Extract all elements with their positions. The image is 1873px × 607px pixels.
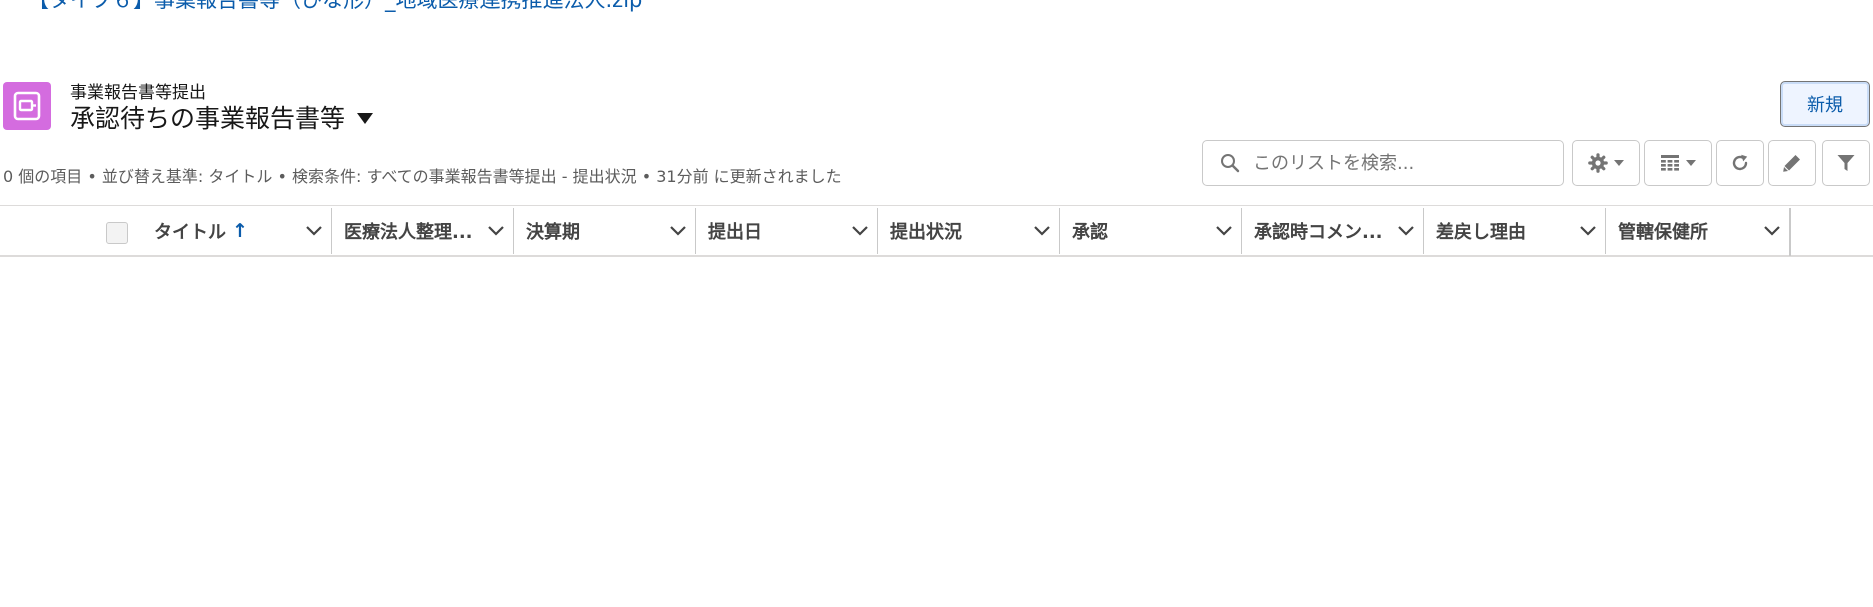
column-label: 差戻し理由 <box>1436 222 1526 243</box>
list-view-selector[interactable]: 承認待ちの事業報告書等 <box>70 99 374 135</box>
inline-edit-button[interactable] <box>1768 140 1816 186</box>
pencil-icon <box>1783 155 1800 172</box>
file-download-link[interactable]: 【タイプ６】事業報告書等（ひな形）_地域医療連携推進法人.zip <box>28 0 642 13</box>
column-label: タイトル <box>154 222 226 243</box>
column-label: 管轄保健所 <box>1618 222 1708 243</box>
list-view-controls-button[interactable] <box>1572 140 1640 186</box>
column-header-fiscal-period[interactable]: 決算期 <box>514 206 696 256</box>
filter-icon <box>1837 155 1855 171</box>
chevron-down-icon <box>1614 160 1624 166</box>
column-label: 承認 <box>1072 222 1108 243</box>
object-icon <box>3 82 51 130</box>
chevron-down-icon[interactable] <box>304 221 324 241</box>
list-search-box[interactable] <box>1202 140 1564 186</box>
chevron-down-icon[interactable] <box>1396 221 1416 241</box>
column-divider[interactable] <box>1789 208 1791 256</box>
display-as-button[interactable] <box>1644 140 1712 186</box>
chevron-down-icon[interactable] <box>1032 221 1052 241</box>
sort-ascending-icon: ↑ <box>232 220 248 242</box>
chevron-down-icon[interactable] <box>486 221 506 241</box>
list-info-line: 0 個の項目 • 並び替え基準: タイトル • 検索条件: すべての事業報告書等… <box>3 167 842 186</box>
chevron-down-icon[interactable] <box>1578 221 1598 241</box>
chevron-down-icon[interactable] <box>1762 221 1782 241</box>
new-button[interactable]: 新規 <box>1780 81 1870 127</box>
column-header-submission-status[interactable]: 提出状況 <box>878 206 1060 256</box>
column-header-approval-comment[interactable]: 承認時コメン... <box>1242 206 1424 256</box>
column-header-return-reason[interactable]: 差戻し理由 <box>1424 206 1606 256</box>
column-header-health-center[interactable]: 管轄保健所 <box>1606 206 1790 256</box>
page: 【タイプ６】事業報告書等（ひな形）_地域医療連携推進法人.zip 事業報告書等提… <box>0 0 1873 607</box>
column-label: 医療法人整理... <box>344 222 473 243</box>
gear-icon <box>1588 153 1608 173</box>
column-label: 提出状況 <box>890 222 962 243</box>
column-label: 提出日 <box>708 222 762 243</box>
table-header: タイトル ↑ 医療法人整理... 決算期 提出日 提出状況 承認 承認時コメン.… <box>0 205 1873 257</box>
refresh-icon <box>1732 154 1748 171</box>
column-header-corp-number[interactable]: 医療法人整理... <box>332 206 514 256</box>
document-box-icon <box>13 91 41 121</box>
caret-down-icon[interactable] <box>357 113 374 124</box>
list-view-name: 承認待ちの事業報告書等 <box>70 104 346 133</box>
column-label: 決算期 <box>526 222 580 243</box>
column-label: 承認時コメン... <box>1254 222 1383 243</box>
table-icon <box>1661 155 1679 171</box>
chevron-down-icon[interactable] <box>850 221 870 241</box>
search-input[interactable] <box>1251 151 1555 175</box>
refresh-button[interactable] <box>1716 140 1764 186</box>
select-all-checkbox[interactable] <box>106 222 128 244</box>
column-header-submission-date[interactable]: 提出日 <box>696 206 878 256</box>
search-icon <box>1219 152 1241 174</box>
chevron-down-icon[interactable] <box>668 221 688 241</box>
column-header-approval[interactable]: 承認 <box>1060 206 1242 256</box>
chevron-down-icon[interactable] <box>1214 221 1234 241</box>
filter-button[interactable] <box>1822 140 1870 186</box>
column-header-title[interactable]: タイトル ↑ <box>142 206 332 256</box>
chevron-down-icon <box>1686 160 1696 166</box>
